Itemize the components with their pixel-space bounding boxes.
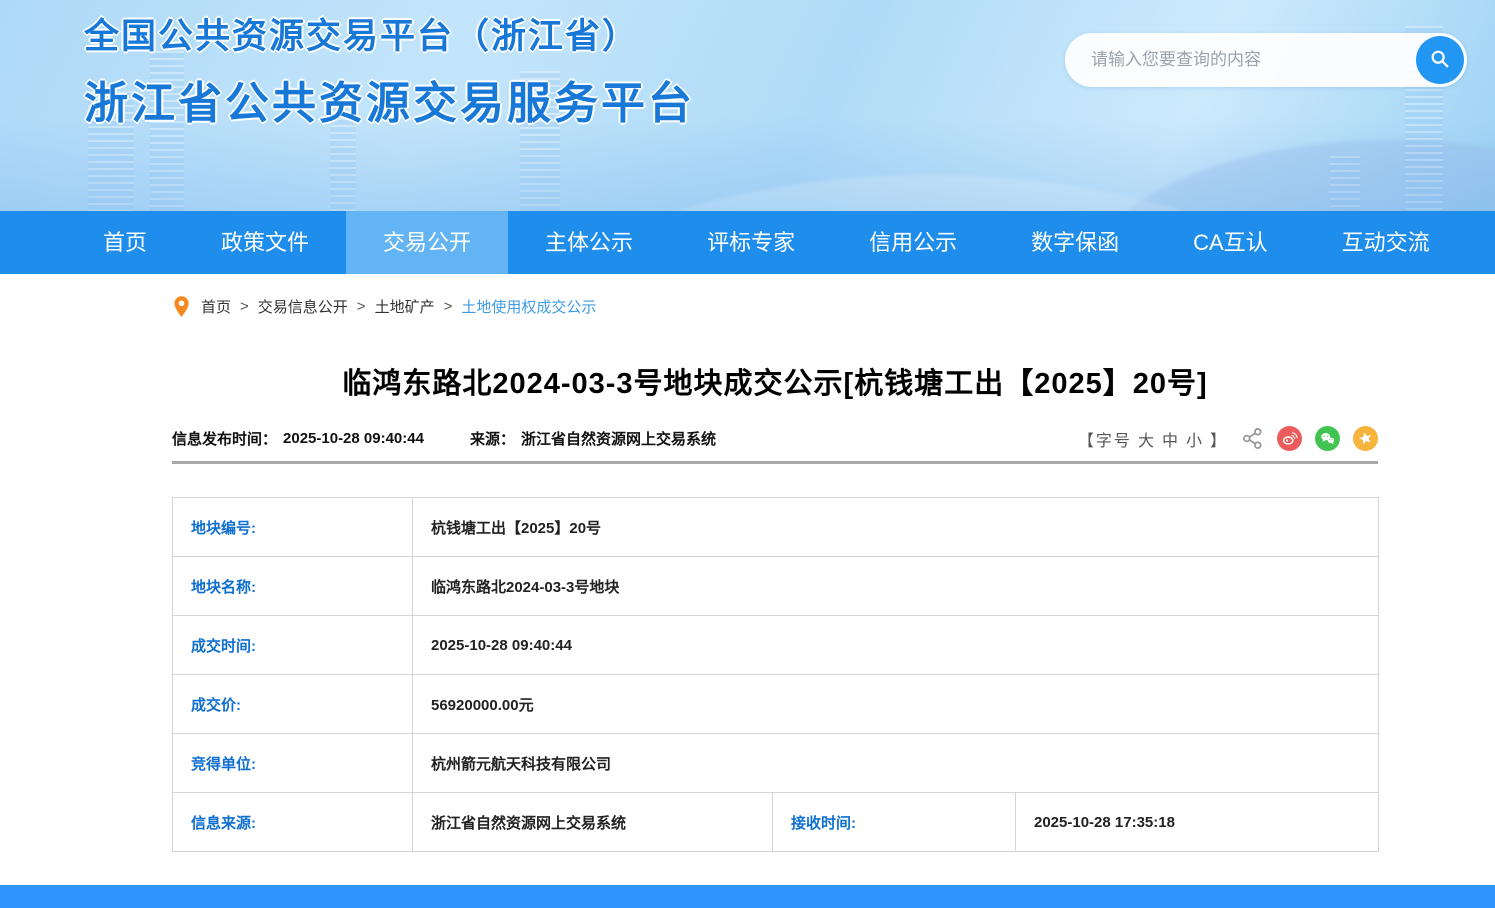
wechat-icon[interactable] — [1315, 426, 1340, 451]
page-content: 首页 > 交易信息公开 > 土地矿产 > 土地使用权成交公示 临鸿东路北2024… — [172, 292, 1378, 852]
font-size-prefix: 【字号 — [1078, 427, 1132, 451]
article-tools: 【字号 大 中 小 】 — [1078, 426, 1378, 451]
main-navigation: 首页 政策文件 交易公开 主体公示 评标专家 信用公示 数字保函 CA互认 互动… — [0, 211, 1495, 274]
breadcrumb-separator: > — [357, 298, 366, 315]
font-size-large-button[interactable]: 大 — [1138, 427, 1156, 451]
plot-number-label: 地块编号: — [173, 498, 413, 557]
announcement-detail-table: 地块编号: 杭钱塘工出【2025】20号 地块名称: 临鸿东路北2024-03-… — [172, 497, 1379, 852]
receive-time-value: 2025-10-28 17:35:18 — [1016, 793, 1379, 852]
source-value: 浙江省自然资源网上交易系统 — [521, 428, 716, 449]
breadcrumb-trade-info[interactable]: 交易信息公开 — [258, 296, 348, 317]
table-row: 地块编号: 杭钱塘工出【2025】20号 — [173, 498, 1379, 557]
nav-item-home[interactable]: 首页 — [66, 211, 184, 274]
nav-item-entity-publicity[interactable]: 主体公示 — [508, 211, 670, 274]
info-source-value: 浙江省自然资源网上交易系统 — [413, 793, 773, 852]
font-size-medium-button[interactable]: 中 — [1162, 427, 1180, 451]
plot-number-value: 杭钱塘工出【2025】20号 — [413, 498, 1379, 557]
nav-item-interaction[interactable]: 互动交流 — [1305, 211, 1467, 274]
breadcrumb-land-minerals[interactable]: 土地矿产 — [375, 296, 435, 317]
deal-price-label: 成交价: — [173, 675, 413, 734]
nav-item-trade-disclosure[interactable]: 交易公开 — [346, 211, 508, 274]
source-label: 来源： — [470, 428, 515, 449]
table-row: 成交价: 56920000.00元 — [173, 675, 1379, 734]
deal-time-value: 2025-10-28 09:40:44 — [413, 616, 1379, 675]
nav-item-digital-guarantee[interactable]: 数字保函 — [994, 211, 1156, 274]
search-button[interactable] — [1416, 36, 1464, 84]
article-meta-bar: 信息发布时间： 2025-10-28 09:40:44 来源： 浙江省自然资源网… — [172, 426, 1378, 451]
plot-name-value: 临鸿东路北2024-03-3号地块 — [413, 557, 1379, 616]
weibo-icon[interactable] — [1277, 426, 1302, 451]
breadcrumb-separator: > — [240, 298, 249, 315]
site-logo-titles: 全国公共资源交易平台（浙江省） 浙江省公共资源交易服务平台 — [84, 8, 695, 131]
font-size-small-button[interactable]: 小 — [1186, 427, 1204, 451]
deal-time-label: 成交时间: — [173, 616, 413, 675]
header-hill-decoration — [1080, 140, 1495, 211]
nav-item-credit-publicity[interactable]: 信用公示 — [832, 211, 994, 274]
search-icon — [1429, 48, 1451, 73]
table-row: 信息来源: 浙江省自然资源网上交易系统 接收时间: 2025-10-28 17:… — [173, 793, 1379, 852]
info-source-label: 信息来源: — [173, 793, 413, 852]
page-title: 临鸿东路北2024-03-3号地块成交公示[杭钱塘工出【2025】20号] — [172, 360, 1378, 402]
publish-time-value: 2025-10-28 09:40:44 — [283, 430, 424, 447]
nav-item-evaluation-experts[interactable]: 评标专家 — [670, 211, 832, 274]
publish-info: 信息发布时间： 2025-10-28 09:40:44 来源： 浙江省自然资源网… — [172, 428, 716, 449]
table-row: 竞得单位: 杭州箭元航天科技有限公司 — [173, 734, 1379, 793]
plot-name-label: 地块名称: — [173, 557, 413, 616]
deal-price-value: 56920000.00元 — [413, 675, 1379, 734]
nav-item-policy-documents[interactable]: 政策文件 — [184, 211, 346, 274]
font-size-widget: 【字号 大 中 小 】 — [1078, 427, 1228, 451]
winning-bidder-value: 杭州箭元航天科技有限公司 — [413, 734, 1379, 793]
publish-time-label: 信息发布时间： — [172, 428, 277, 449]
winning-bidder-label: 竞得单位: — [173, 734, 413, 793]
nav-item-ca-mutual-recognition[interactable]: CA互认 — [1156, 211, 1305, 274]
search-bar[interactable] — [1065, 33, 1467, 87]
breadcrumb-separator: > — [444, 298, 453, 315]
table-row: 成交时间: 2025-10-28 09:40:44 — [173, 616, 1379, 675]
provincial-platform-title: 浙江省公共资源交易服务平台 — [84, 67, 695, 131]
receive-time-label: 接收时间: — [773, 793, 1016, 852]
header-hill-decoration — [480, 175, 1380, 211]
footer-bar — [0, 885, 1495, 908]
breadcrumb: 首页 > 交易信息公开 > 土地矿产 > 土地使用权成交公示 — [172, 292, 1378, 320]
location-pin-icon — [172, 295, 191, 318]
table-row: 地块名称: 临鸿东路北2024-03-3号地块 — [173, 557, 1379, 616]
header-building-decoration — [1330, 156, 1360, 211]
breadcrumb-current-page[interactable]: 土地使用权成交公示 — [461, 296, 596, 317]
breadcrumb-home[interactable]: 首页 — [201, 296, 231, 317]
share-icon[interactable] — [1241, 427, 1264, 450]
site-header: 全国公共资源交易平台（浙江省） 浙江省公共资源交易服务平台 — [0, 0, 1495, 211]
title-divider — [172, 461, 1378, 464]
font-size-suffix: 】 — [1210, 427, 1228, 451]
favorite-star-icon[interactable] — [1353, 426, 1378, 451]
national-platform-title: 全国公共资源交易平台（浙江省） — [84, 8, 695, 59]
search-input[interactable] — [1091, 50, 1416, 70]
